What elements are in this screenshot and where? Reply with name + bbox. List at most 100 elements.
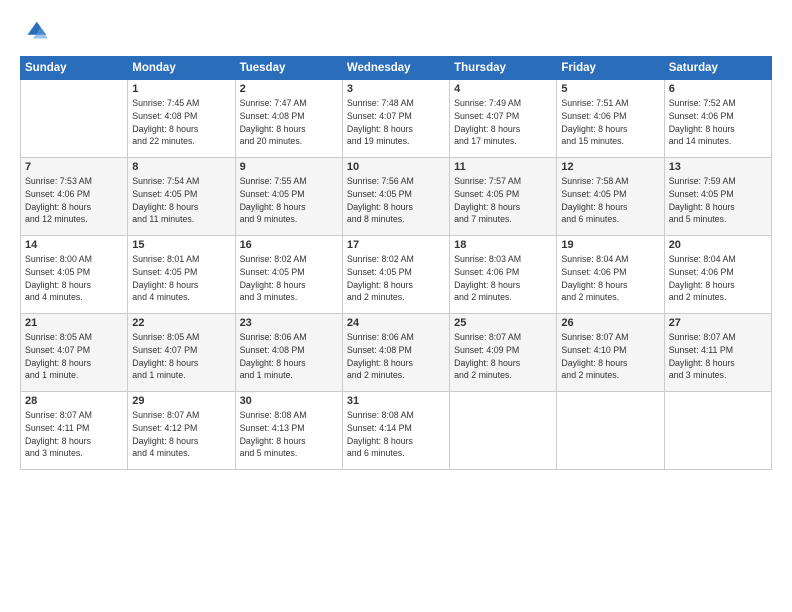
day-number: 15 <box>132 239 230 251</box>
cell-text: Sunrise: 8:02 AMSunset: 4:05 PMDaylight:… <box>240 253 338 304</box>
calendar-cell: 27Sunrise: 8:07 AMSunset: 4:11 PMDayligh… <box>664 314 771 392</box>
cell-text: Sunrise: 8:07 AMSunset: 4:12 PMDaylight:… <box>132 409 230 460</box>
day-number: 18 <box>454 239 552 251</box>
calendar-cell: 8 Sunrise: 7:54 AMSunset: 4:05 PMDaylight… <box>128 158 235 236</box>
day-number: 20 <box>669 239 767 251</box>
day-number: 19 <box>561 239 659 251</box>
day-number: 2 <box>240 83 338 95</box>
calendar-cell: 18 Sunrise: 8:03 AMSunset: 4:06 PMDayligh… <box>450 236 557 314</box>
calendar-table: SundayMondayTuesdayWednesdayThursdayFrid… <box>20 56 772 470</box>
day-number: 11 <box>454 161 552 173</box>
day-header-monday: Monday <box>128 57 235 80</box>
day-number: 13 <box>669 161 767 173</box>
calendar-cell: 6Sunrise: 7:52 AMSunset: 4:06 PMDaylight… <box>664 80 771 158</box>
day-number: 30 <box>240 395 338 407</box>
day-number: 31 <box>347 395 445 407</box>
calendar-week-row: 21 Sunrise: 8:05 AMSunset: 4:07 PMDayligh… <box>21 314 772 392</box>
cell-text: Sunrise: 7:55 AMSunset: 4:05 PMDaylight:… <box>240 175 338 226</box>
day-number: 4 <box>454 83 552 95</box>
cell-text: Sunrise: 8:00 AMSunset: 4:05 PMDaylight:… <box>25 253 123 304</box>
cell-text: Sunrise: 8:05 AMSunset: 4:07 PMDaylight:… <box>25 331 123 382</box>
header <box>20 18 772 46</box>
day-number: 8 <box>132 161 230 173</box>
calendar-cell: 23 Sunrise: 8:06 AMSunset: 4:08 PMDayligh… <box>235 314 342 392</box>
day-number: 9 <box>240 161 338 173</box>
cell-text: Sunrise: 7:59 AMSunset: 4:05 PMDaylight:… <box>669 175 767 226</box>
day-number: 21 <box>25 317 123 329</box>
cell-text: Sunrise: 7:51 AMSunset: 4:06 PMDaylight:… <box>561 97 659 148</box>
day-number: 28 <box>25 395 123 407</box>
day-header-tuesday: Tuesday <box>235 57 342 80</box>
day-header-thursday: Thursday <box>450 57 557 80</box>
day-number: 27 <box>669 317 767 329</box>
day-header-wednesday: Wednesday <box>342 57 449 80</box>
cell-text: Sunrise: 8:04 AMSunset: 4:06 PMDaylight:… <box>561 253 659 304</box>
cell-text: Sunrise: 8:02 AMSunset: 4:05 PMDaylight:… <box>347 253 445 304</box>
calendar-cell: 24 Sunrise: 8:06 AMSunset: 4:08 PMDayligh… <box>342 314 449 392</box>
cell-text: Sunrise: 7:56 AMSunset: 4:05 PMDaylight:… <box>347 175 445 226</box>
day-number: 17 <box>347 239 445 251</box>
calendar-cell: 31 Sunrise: 8:08 AMSunset: 4:14 PMDayligh… <box>342 392 449 470</box>
calendar-week-row: 1 Sunrise: 7:45 AMSunset: 4:08 PMDaylight… <box>21 80 772 158</box>
calendar-cell: 12Sunrise: 7:58 AMSunset: 4:05 PMDayligh… <box>557 158 664 236</box>
day-header-friday: Friday <box>557 57 664 80</box>
day-number: 3 <box>347 83 445 95</box>
day-number: 12 <box>561 161 659 173</box>
day-number: 14 <box>25 239 123 251</box>
day-number: 26 <box>561 317 659 329</box>
cell-text: Sunrise: 7:49 AMSunset: 4:07 PMDaylight:… <box>454 97 552 148</box>
day-header-saturday: Saturday <box>664 57 771 80</box>
day-number: 23 <box>240 317 338 329</box>
calendar-cell: 9 Sunrise: 7:55 AMSunset: 4:05 PMDaylight… <box>235 158 342 236</box>
calendar-cell: 17 Sunrise: 8:02 AMSunset: 4:05 PMDayligh… <box>342 236 449 314</box>
cell-text: Sunrise: 7:54 AMSunset: 4:05 PMDaylight:… <box>132 175 230 226</box>
calendar-cell: 1 Sunrise: 7:45 AMSunset: 4:08 PMDaylight… <box>128 80 235 158</box>
cell-text: Sunrise: 7:53 AMSunset: 4:06 PMDaylight:… <box>25 175 123 226</box>
day-number: 22 <box>132 317 230 329</box>
day-number: 10 <box>347 161 445 173</box>
calendar-cell: 28Sunrise: 8:07 AMSunset: 4:11 PMDayligh… <box>21 392 128 470</box>
day-header-sunday: Sunday <box>21 57 128 80</box>
day-number: 1 <box>132 83 230 95</box>
calendar-week-row: 14 Sunrise: 8:00 AMSunset: 4:05 PMDayligh… <box>21 236 772 314</box>
calendar-cell: 10 Sunrise: 7:56 AMSunset: 4:05 PMDayligh… <box>342 158 449 236</box>
calendar-cell: 4 Sunrise: 7:49 AMSunset: 4:07 PMDaylight… <box>450 80 557 158</box>
calendar-cell: 14 Sunrise: 8:00 AMSunset: 4:05 PMDayligh… <box>21 236 128 314</box>
calendar-cell: 19 Sunrise: 8:04 AMSunset: 4:06 PMDayligh… <box>557 236 664 314</box>
cell-text: Sunrise: 7:45 AMSunset: 4:08 PMDaylight:… <box>132 97 230 148</box>
calendar-cell: 30 Sunrise: 8:08 AMSunset: 4:13 PMDayligh… <box>235 392 342 470</box>
day-number: 29 <box>132 395 230 407</box>
logo-icon <box>20 18 48 46</box>
cell-text: Sunrise: 8:08 AMSunset: 4:13 PMDaylight:… <box>240 409 338 460</box>
calendar-cell: 2 Sunrise: 7:47 AMSunset: 4:08 PMDaylight… <box>235 80 342 158</box>
cell-text: Sunrise: 8:07 AMSunset: 4:09 PMDaylight:… <box>454 331 552 382</box>
cell-text: Sunrise: 8:06 AMSunset: 4:08 PMDaylight:… <box>240 331 338 382</box>
day-number: 24 <box>347 317 445 329</box>
calendar-week-row: 7 Sunrise: 7:53 AMSunset: 4:06 PMDaylight… <box>21 158 772 236</box>
cell-text: Sunrise: 8:03 AMSunset: 4:06 PMDaylight:… <box>454 253 552 304</box>
calendar-cell <box>450 392 557 470</box>
cell-text: Sunrise: 8:07 AMSunset: 4:10 PMDaylight:… <box>561 331 659 382</box>
calendar-cell: 7 Sunrise: 7:53 AMSunset: 4:06 PMDaylight… <box>21 158 128 236</box>
calendar-cell: 21 Sunrise: 8:05 AMSunset: 4:07 PMDayligh… <box>21 314 128 392</box>
logo <box>20 18 52 46</box>
calendar-cell: 22 Sunrise: 8:05 AMSunset: 4:07 PMDayligh… <box>128 314 235 392</box>
calendar-cell <box>664 392 771 470</box>
calendar-cell <box>557 392 664 470</box>
cell-text: Sunrise: 7:57 AMSunset: 4:05 PMDaylight:… <box>454 175 552 226</box>
cell-text: Sunrise: 7:47 AMSunset: 4:08 PMDaylight:… <box>240 97 338 148</box>
page: SundayMondayTuesdayWednesdayThursdayFrid… <box>0 0 792 612</box>
day-number: 6 <box>669 83 767 95</box>
cell-text: Sunrise: 8:04 AMSunset: 4:06 PMDaylight:… <box>669 253 767 304</box>
calendar-cell: 13 Sunrise: 7:59 AMSunset: 4:05 PMDayligh… <box>664 158 771 236</box>
cell-text: Sunrise: 8:08 AMSunset: 4:14 PMDaylight:… <box>347 409 445 460</box>
calendar-cell <box>21 80 128 158</box>
day-number: 5 <box>561 83 659 95</box>
calendar-cell: 15 Sunrise: 8:01 AMSunset: 4:05 PMDayligh… <box>128 236 235 314</box>
cell-text: Sunrise: 8:01 AMSunset: 4:05 PMDaylight:… <box>132 253 230 304</box>
calendar-cell: 11 Sunrise: 7:57 AMSunset: 4:05 PMDayligh… <box>450 158 557 236</box>
cell-text: Sunrise: 8:06 AMSunset: 4:08 PMDaylight:… <box>347 331 445 382</box>
cell-text: Sunrise: 8:05 AMSunset: 4:07 PMDaylight:… <box>132 331 230 382</box>
day-number: 16 <box>240 239 338 251</box>
day-number: 7 <box>25 161 123 173</box>
